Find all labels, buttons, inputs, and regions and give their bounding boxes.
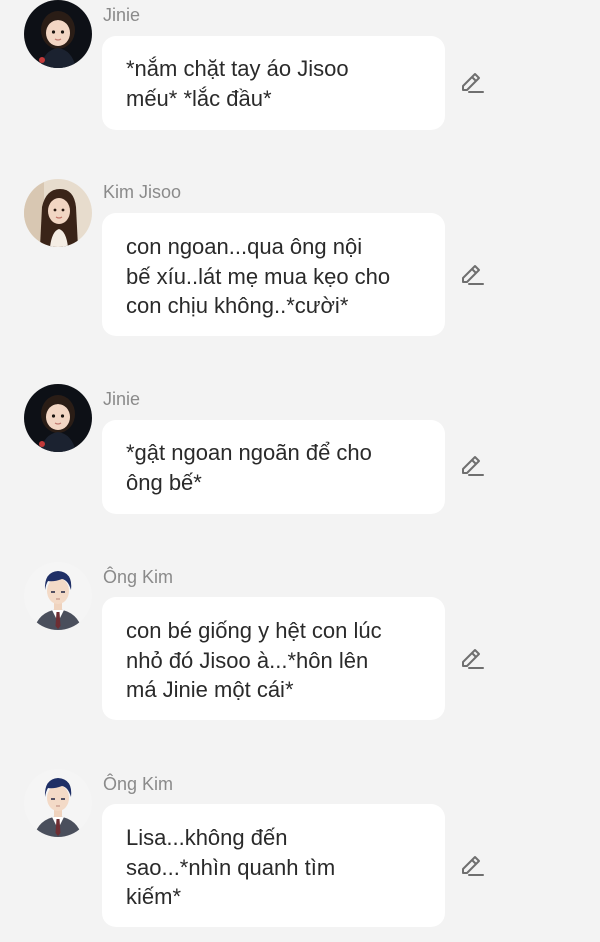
man-avatar-icon xyxy=(24,562,92,630)
message-bubble[interactable]: *nắm chặt tay áo Jisoo mếu* *lắc đầu* xyxy=(102,36,445,130)
message-text: *nắm chặt tay áo Jisoo mếu* *lắc đầu* xyxy=(126,56,349,111)
edit-button[interactable] xyxy=(457,451,487,481)
sender-name: Ông Kim xyxy=(103,774,174,794)
chat-message: Ông Kim con bé giống y hệt con lúc nhỏ đ… xyxy=(0,562,600,727)
sender-name: Jinie xyxy=(103,5,141,25)
avatar[interactable] xyxy=(24,384,92,452)
message-text: con bé giống y hệt con lúc nhỏ đó Jisoo … xyxy=(126,618,382,702)
edit-button[interactable] xyxy=(457,644,487,674)
pencil-icon xyxy=(457,451,487,481)
sender-name: Jinie xyxy=(103,389,141,409)
message-bubble[interactable]: con ngoan...qua ông nội bế xíu..lát mẹ m… xyxy=(102,213,445,336)
chat-message: Ông Kim Lisa...không đến sao...*nhìn qua… xyxy=(0,769,600,934)
message-text: Lisa...không đến sao...*nhìn quanh tìm k… xyxy=(126,825,336,909)
pencil-icon xyxy=(457,260,487,290)
woman-avatar-icon xyxy=(24,179,92,247)
edit-button[interactable] xyxy=(457,851,487,881)
pencil-icon xyxy=(457,644,487,674)
chat-message: Jinie *nắm chặt tay áo Jisoo mếu* *lắc đ… xyxy=(0,0,600,140)
pencil-icon xyxy=(457,851,487,881)
message-bubble[interactable]: Lisa...không đến sao...*nhìn quanh tìm k… xyxy=(102,804,445,927)
message-text: con ngoan...qua ông nội bế xíu..lát mẹ m… xyxy=(126,234,391,318)
chat-message: Jinie *gật ngoan ngoãn để cho ông bế* xyxy=(0,384,600,519)
girl-avatar-icon xyxy=(24,384,92,452)
message-bubble[interactable]: *gật ngoan ngoãn để cho ông bế* xyxy=(102,420,445,514)
message-text: *gật ngoan ngoãn để cho ông bế* xyxy=(126,440,372,495)
avatar[interactable] xyxy=(24,179,92,247)
sender-name: Kim Jisoo xyxy=(103,182,182,202)
avatar[interactable] xyxy=(24,562,92,630)
man-avatar-icon xyxy=(24,769,92,837)
avatar[interactable] xyxy=(24,769,92,837)
edit-button[interactable] xyxy=(457,260,487,290)
girl-avatar-icon xyxy=(24,0,92,68)
message-bubble[interactable]: con bé giống y hệt con lúc nhỏ đó Jisoo … xyxy=(102,597,445,720)
edit-button[interactable] xyxy=(457,68,487,98)
sender-name: Ông Kim xyxy=(103,567,174,587)
pencil-icon xyxy=(457,68,487,98)
chat-message: Kim Jisoo con ngoan...qua ông nội bế xíu… xyxy=(0,177,600,342)
avatar[interactable] xyxy=(24,0,92,68)
